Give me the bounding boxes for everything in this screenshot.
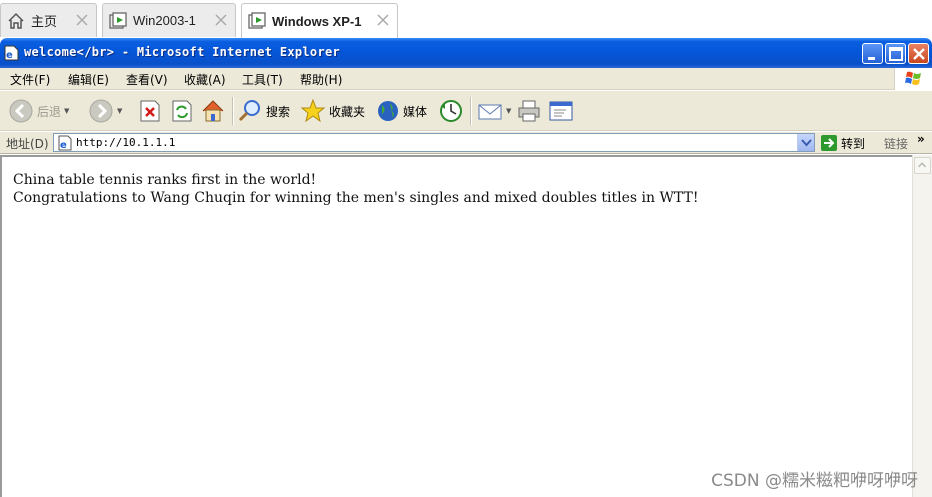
go-arrow-icon bbox=[821, 135, 837, 151]
tab-home-label: 主页 bbox=[31, 14, 58, 29]
toolbar-separator bbox=[470, 97, 472, 125]
menu-file[interactable]: 文件(F) bbox=[10, 71, 50, 88]
links-chevron[interactable]: » bbox=[917, 132, 925, 146]
go-label: 转到 bbox=[841, 136, 866, 151]
vm-tab-strip: 主页 Win2003-1 Windows XP-1 bbox=[0, 0, 932, 38]
mail-button[interactable]: ▼ bbox=[477, 96, 511, 126]
menu-tools[interactable]: 工具(T) bbox=[242, 71, 283, 88]
printer-icon bbox=[518, 100, 540, 122]
page-content: China table tennis ranks first in the wo… bbox=[0, 155, 912, 497]
maximize-button[interactable] bbox=[885, 43, 906, 64]
search-button[interactable]: 搜索 bbox=[237, 96, 290, 126]
back-label: 后退 bbox=[37, 104, 62, 119]
refresh-icon bbox=[172, 100, 192, 122]
forward-button[interactable]: ▼ bbox=[88, 96, 122, 126]
chevron-down-icon[interactable]: ▼ bbox=[64, 107, 69, 115]
globe-icon bbox=[378, 101, 398, 121]
vm-icon bbox=[248, 12, 266, 29]
menu-favorites[interactable]: 收藏(A) bbox=[184, 71, 226, 88]
tab-win2003[interactable]: Win2003-1 bbox=[102, 3, 236, 37]
window-title: welcome</br> - Microsoft Internet Explor… bbox=[24, 45, 341, 59]
tab-win2003-label: Win2003-1 bbox=[133, 13, 196, 28]
forward-arrow-icon bbox=[89, 99, 113, 123]
history-icon bbox=[440, 100, 462, 122]
go-button[interactable]: 转到 bbox=[820, 134, 865, 152]
history-button[interactable] bbox=[438, 96, 464, 126]
stop-icon bbox=[140, 100, 160, 122]
maximize-icon bbox=[889, 47, 903, 61]
home-icon bbox=[202, 100, 224, 122]
minimize-button[interactable] bbox=[862, 43, 883, 64]
close-button[interactable] bbox=[908, 43, 929, 64]
address-input[interactable]: e http://10.1.1.1 bbox=[53, 133, 815, 152]
menu-view[interactable]: 查看(V) bbox=[126, 71, 168, 88]
edit-page-icon bbox=[549, 101, 573, 121]
minimize-icon bbox=[868, 57, 875, 60]
media-button[interactable]: 媒体 bbox=[376, 96, 427, 126]
chevron-down-icon bbox=[801, 139, 812, 147]
address-value: http://10.1.1.1 bbox=[76, 136, 176, 149]
vertical-scrollbar[interactable] bbox=[912, 155, 932, 497]
content-line: China table tennis ranks first in the wo… bbox=[13, 172, 317, 188]
menu-help[interactable]: 帮助(H) bbox=[300, 71, 342, 88]
address-dropdown-button[interactable] bbox=[797, 134, 814, 151]
scroll-up-button[interactable] bbox=[914, 157, 931, 174]
close-icon[interactable] bbox=[215, 14, 227, 26]
ie-window: e welcome</br> - Microsoft Internet Expl… bbox=[0, 38, 932, 497]
refresh-button[interactable] bbox=[170, 96, 194, 126]
close-icon[interactable] bbox=[377, 14, 389, 26]
search-label: 搜索 bbox=[266, 104, 291, 119]
watermark: CSDN @糯米糍粑咿呀咿呀 bbox=[711, 471, 918, 491]
home-button[interactable] bbox=[200, 96, 226, 126]
favorites-label: 收藏夹 bbox=[329, 104, 366, 119]
menu-edit[interactable]: 编辑(E) bbox=[68, 71, 109, 88]
vm-icon bbox=[109, 11, 127, 29]
svg-text:e: e bbox=[6, 50, 13, 61]
back-button[interactable]: 后退 ▼ bbox=[8, 96, 69, 126]
address-bar: 地址(D) e http://10.1.1.1 转到 链接 » bbox=[0, 132, 932, 154]
chevron-down-icon[interactable]: ▼ bbox=[506, 107, 511, 115]
print-button[interactable] bbox=[516, 96, 542, 126]
content-line: Congratulations to Wang Chuqin for winni… bbox=[13, 190, 699, 206]
media-label: 媒体 bbox=[403, 104, 428, 119]
toolbar-separator bbox=[232, 97, 234, 125]
standard-toolbar: 后退 ▼ ▼ 搜索 收藏夹 媒体 ▼ bbox=[0, 91, 932, 131]
title-bar[interactable]: e welcome</br> - Microsoft Internet Expl… bbox=[0, 38, 932, 68]
menu-bar: 文件(F) 编辑(E) 查看(V) 收藏(A) 工具(T) 帮助(H) bbox=[0, 68, 932, 90]
windows-logo-icon bbox=[894, 68, 932, 90]
tab-windows-xp-label: Windows XP-1 bbox=[272, 13, 362, 29]
search-icon bbox=[238, 100, 260, 122]
star-icon bbox=[300, 98, 326, 123]
ie-page-icon: e bbox=[4, 45, 19, 61]
edit-button[interactable] bbox=[548, 96, 574, 126]
favorites-button[interactable]: 收藏夹 bbox=[300, 96, 365, 126]
home-icon bbox=[8, 12, 24, 29]
ie-page-icon: e bbox=[58, 135, 72, 151]
svg-text:e: e bbox=[60, 140, 67, 151]
close-icon bbox=[913, 48, 925, 60]
address-label: 地址(D) bbox=[6, 137, 49, 151]
chevron-down-icon[interactable]: ▼ bbox=[117, 107, 122, 115]
tab-windows-xp[interactable]: Windows XP-1 bbox=[241, 3, 398, 38]
links-label[interactable]: 链接 bbox=[884, 135, 908, 152]
close-icon[interactable] bbox=[76, 14, 88, 26]
tab-home[interactable]: 主页 bbox=[0, 3, 97, 37]
stop-button[interactable] bbox=[138, 96, 162, 126]
back-arrow-icon bbox=[9, 99, 33, 123]
mail-icon bbox=[478, 104, 502, 120]
chevron-up-icon bbox=[918, 162, 927, 168]
